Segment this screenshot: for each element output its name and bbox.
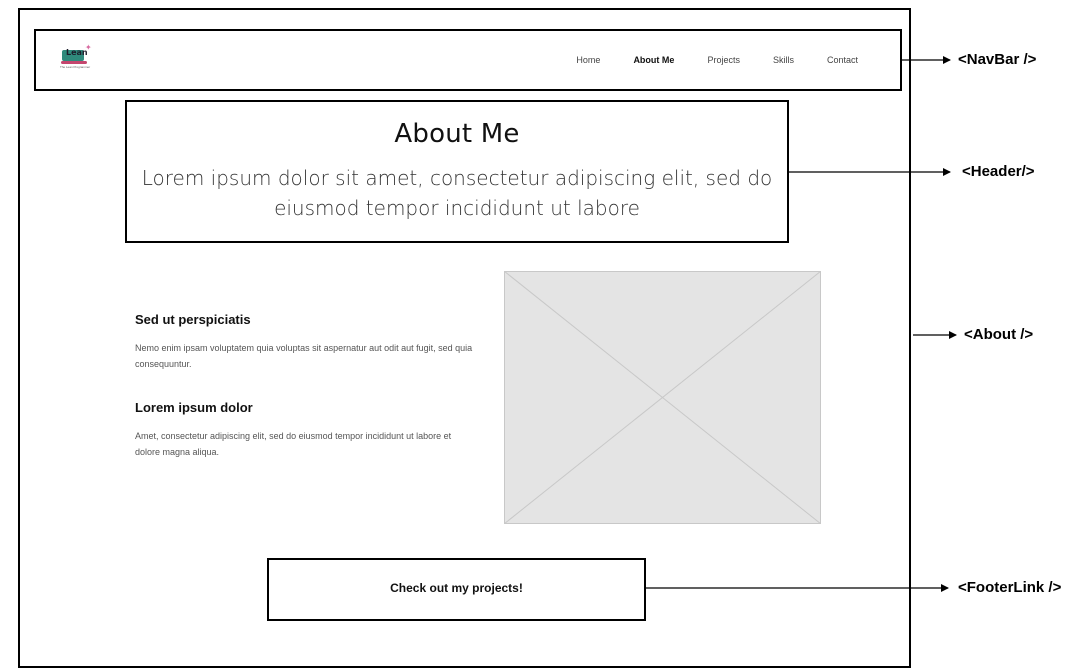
header-annotation: <Header/>	[962, 163, 1035, 180]
navbar-annotation: <NavBar />	[958, 51, 1037, 68]
footer-link-annotation: <FooterLink />	[958, 579, 1062, 596]
annotation-connectors	[646, 56, 957, 592]
about-annotation: <About />	[964, 326, 1034, 343]
